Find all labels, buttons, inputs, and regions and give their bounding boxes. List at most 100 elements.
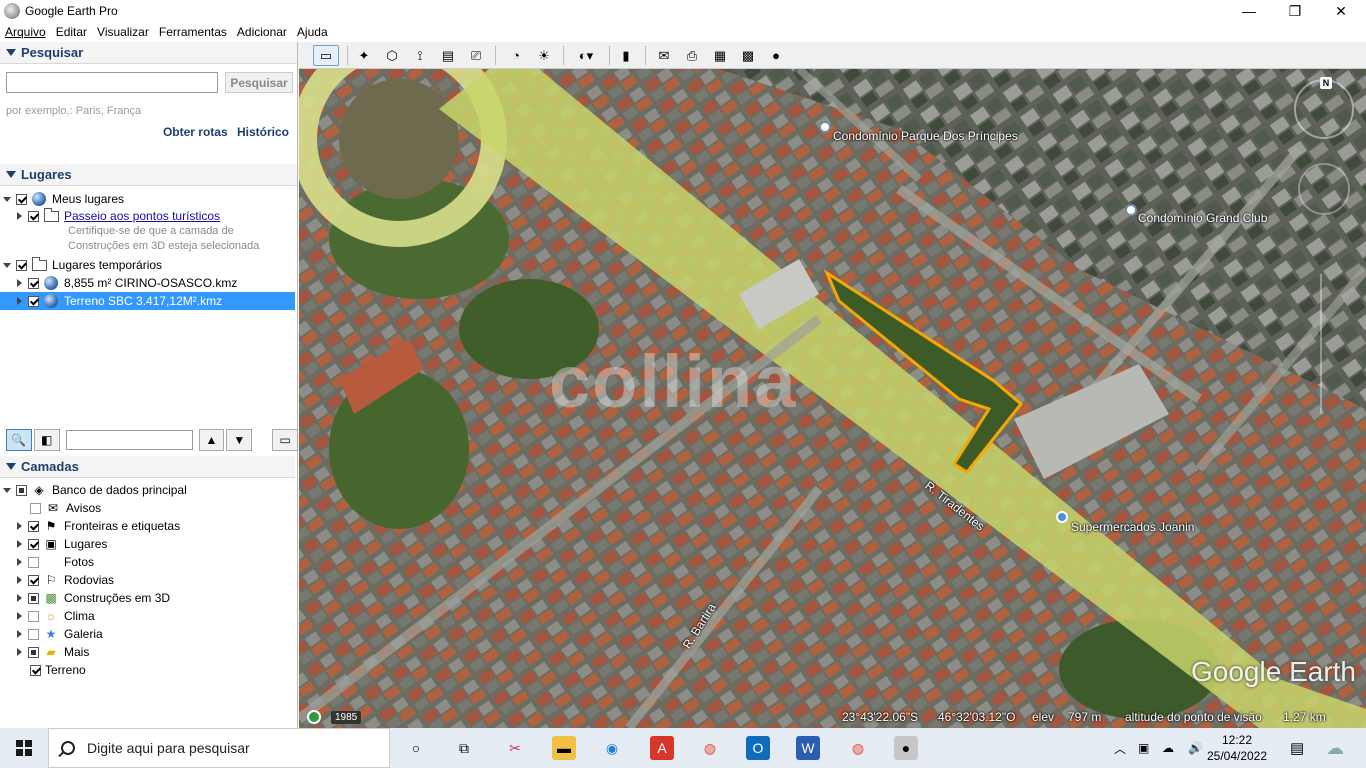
checkbox[interactable] <box>16 484 27 496</box>
places-filter-input[interactable] <box>65 430 193 450</box>
layer-more[interactable]: ▰ Mais <box>14 643 89 661</box>
close-button[interactable]: ✕ <box>1318 0 1364 22</box>
sunlight-icon[interactable]: ☀ <box>533 45 555 66</box>
compass-control[interactable]: N <box>1294 77 1354 139</box>
places-panel-header[interactable]: Lugares <box>0 164 297 186</box>
menu-ferramentas[interactable]: Ferramentas <box>154 25 232 39</box>
expand-arrow-icon[interactable] <box>14 648 24 656</box>
history-link[interactable]: Histórico <box>237 125 289 139</box>
checkbox[interactable] <box>28 210 39 222</box>
layer-avisos[interactable]: ✉ Avisos <box>26 499 101 517</box>
historical-imagery-icon[interactable]: ◔ <box>505 45 527 66</box>
north-indicator[interactable]: N <box>1320 77 1332 89</box>
tree-item-kmz-2[interactable]: Terreno SBC 3.417,12M².kmz <box>0 292 295 310</box>
map-label-market[interactable]: Supermercados Joanin <box>1071 520 1194 534</box>
checkbox[interactable] <box>28 646 39 658</box>
layer-gallery[interactable]: ★ Galeria <box>14 625 103 643</box>
menu-editar[interactable]: Editar <box>51 25 92 39</box>
expand-arrow-icon[interactable] <box>14 212 24 220</box>
checkbox[interactable] <box>16 259 27 271</box>
menu-arquivo[interactable]: Arquivo <box>0 25 51 39</box>
expand-arrow-icon[interactable] <box>14 522 24 530</box>
checkbox[interactable] <box>28 628 39 640</box>
expand-arrow-icon[interactable] <box>14 612 24 620</box>
panel-toggle-button[interactable]: ◧ <box>33 429 60 451</box>
word-icon[interactable]: W <box>796 736 820 760</box>
menu-visualizar[interactable]: Visualizar <box>92 25 154 39</box>
save-image-icon[interactable]: ▦ <box>709 45 731 66</box>
image-overlay-icon[interactable]: ▤ <box>437 45 459 66</box>
minimize-button[interactable]: — <box>1226 0 1272 22</box>
layer-borders-labels[interactable]: ⚑ Fronteiras e etiquetas <box>14 517 180 535</box>
notifications-icon[interactable]: ▤ <box>1290 728 1304 768</box>
earth-view-icon[interactable]: ● <box>765 45 787 66</box>
expand-arrow-icon[interactable] <box>2 197 12 202</box>
task-view-icon[interactable]: ⧉ <box>452 736 476 760</box>
checkbox[interactable] <box>30 502 41 514</box>
expand-arrow-icon[interactable] <box>14 279 24 287</box>
snip-tool-icon[interactable]: ✂ <box>503 736 527 760</box>
checkbox[interactable] <box>28 295 39 307</box>
volume-icon[interactable]: 🔊 <box>1188 728 1203 768</box>
layer-3d-buildings[interactable]: ▩ Construções em 3D <box>14 589 170 607</box>
file-explorer-icon[interactable]: ▬ <box>552 736 576 760</box>
start-button[interactable] <box>0 728 48 768</box>
edge-icon[interactable]: ◉ <box>600 736 624 760</box>
checkbox[interactable] <box>16 193 27 205</box>
meet-now-icon[interactable]: ▣ <box>1138 728 1149 768</box>
sidebar-toggle-icon[interactable]: ▭ <box>313 45 339 66</box>
map-label-condo-2[interactable]: Condomínio Grand Club <box>1138 211 1267 225</box>
layers-panel-header[interactable]: Camadas <box>0 456 295 478</box>
add-placemark-icon[interactable]: ✦ <box>353 45 375 66</box>
view-in-maps-icon[interactable]: ▩ <box>737 45 759 66</box>
expand-arrow-icon[interactable] <box>14 630 24 638</box>
ruler-icon[interactable]: ▮ <box>615 45 637 66</box>
layer-primary-database[interactable]: ◈ Banco de dados principal <box>2 481 187 499</box>
map-view[interactable]: collina Condomínio Parque Dos Príncipes … <box>299 69 1366 728</box>
google-earth-taskbar-icon[interactable]: ● <box>894 736 918 760</box>
checkbox[interactable] <box>28 574 39 586</box>
weather-icon[interactable]: ☁ <box>1326 728 1344 768</box>
layer-terrain[interactable]: Terreno <box>26 661 86 679</box>
checkbox[interactable] <box>30 664 41 676</box>
expand-arrow-icon[interactable] <box>14 594 24 602</box>
search-panel-header[interactable]: Pesquisar <box>0 42 297 64</box>
folder-menu-button[interactable]: ▭ <box>272 429 299 451</box>
checkbox[interactable] <box>28 520 39 532</box>
layer-photos[interactable]: Fotos <box>14 553 94 571</box>
layer-roads[interactable]: ⚐ Rodovias <box>14 571 114 589</box>
layer-places[interactable]: ▣ Lugares <box>14 535 107 553</box>
checkbox[interactable] <box>28 538 39 550</box>
tray-chevron-icon[interactable]: ︿ <box>1114 728 1126 768</box>
search-places-button[interactable]: 🔍 <box>6 429 32 451</box>
expand-arrow-icon[interactable] <box>14 576 24 584</box>
taskbar-search[interactable]: Digite aqui para pesquisar <box>48 728 390 768</box>
record-tour-icon[interactable]: ⎚ <box>465 45 487 66</box>
tree-item-temporary-places[interactable]: Lugares temporários <box>2 256 162 274</box>
expand-arrow-icon[interactable] <box>2 263 12 268</box>
move-up-button[interactable]: ▲ <box>198 429 225 451</box>
zoom-slider[interactable] <box>1320 274 1330 414</box>
menu-ajuda[interactable]: Ajuda <box>292 25 333 39</box>
expand-arrow-icon[interactable] <box>2 488 12 493</box>
maximize-button[interactable]: ❐ <box>1272 0 1318 22</box>
checkbox[interactable] <box>28 610 39 622</box>
add-path-icon[interactable]: ⟟ <box>409 45 431 66</box>
pdf-reader-icon[interactable]: A <box>650 736 674 760</box>
tree-item-my-places[interactable]: Meus lugares <box>2 190 124 208</box>
chrome-active-icon[interactable]: ◍ <box>846 736 870 760</box>
add-polygon-icon[interactable]: ⬡ <box>381 45 403 66</box>
search-input[interactable] <box>6 72 218 93</box>
tree-item-kmz-1[interactable]: 8,855 m² CIRINO-OSASCO.kmz <box>14 274 237 292</box>
checkbox[interactable] <box>28 556 39 568</box>
email-icon[interactable]: ✉ <box>653 45 675 66</box>
chrome-icon[interactable]: ◍ <box>698 736 722 760</box>
place-pin-icon[interactable] <box>819 121 831 133</box>
expand-arrow-icon[interactable] <box>14 558 24 566</box>
cortana-icon[interactable]: ○ <box>404 736 428 760</box>
onedrive-icon[interactable]: ☁ <box>1162 728 1174 768</box>
checkbox[interactable] <box>28 277 39 289</box>
look-joystick-control[interactable] <box>1298 163 1350 215</box>
layer-weather[interactable]: ☼ Clima <box>14 607 95 625</box>
get-directions-link[interactable]: Obter rotas <box>163 125 228 139</box>
